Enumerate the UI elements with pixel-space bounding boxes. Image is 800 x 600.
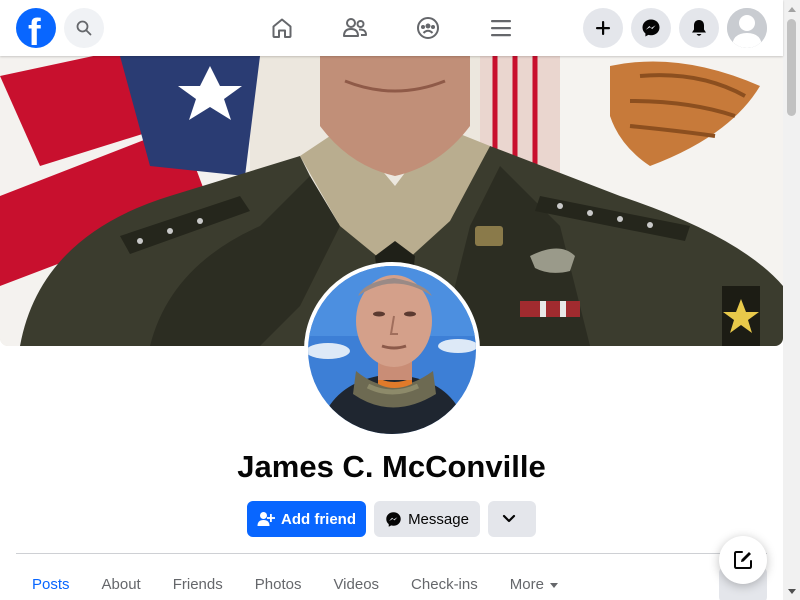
account-avatar-button[interactable] (727, 8, 767, 48)
tab-about[interactable]: About (86, 565, 157, 600)
add-friend-button[interactable]: Add friend (247, 501, 366, 537)
message-label: Message (408, 510, 469, 528)
scroll-down-arrow[interactable] (783, 583, 800, 600)
top-nav-bar: f (0, 0, 783, 56)
compose-icon (734, 551, 752, 569)
compose-message-button[interactable] (719, 536, 767, 584)
facebook-logo-letter: f (28, 12, 41, 48)
messenger-icon (642, 19, 660, 37)
profile-name: James C. McConville (237, 449, 546, 484)
nav-home-button[interactable] (262, 8, 302, 48)
home-icon (272, 18, 292, 38)
scrollbar-thumb[interactable] (787, 19, 796, 116)
nav-groups-button[interactable] (408, 8, 448, 48)
tab-label: Videos (333, 576, 380, 593)
profile-divider (16, 553, 767, 554)
facebook-logo[interactable]: f (16, 8, 56, 48)
message-button[interactable]: Message (374, 501, 480, 537)
menu-icon (491, 20, 511, 37)
tab-label: About (101, 576, 141, 593)
profile-photo (308, 266, 476, 434)
messenger-icon (386, 511, 401, 527)
create-button[interactable] (583, 8, 623, 48)
caret-down-icon (549, 582, 558, 588)
profile-tabs: Posts About Friends Photos Videos Check-… (16, 565, 574, 600)
profile-page: f James C. McConville Add friend Message… (0, 0, 800, 600)
bell-icon (692, 20, 706, 36)
messenger-button[interactable] (631, 8, 671, 48)
friends-icon (343, 18, 367, 37)
add-friend-icon (257, 512, 275, 526)
tab-photos[interactable]: Photos (239, 565, 318, 600)
nav-friends-button[interactable] (335, 8, 375, 48)
tab-posts[interactable]: Posts (16, 565, 86, 600)
search-button[interactable] (64, 8, 104, 48)
search-icon (76, 20, 92, 36)
tab-label: Check-ins (411, 576, 478, 593)
tab-check-ins[interactable]: Check-ins (395, 565, 494, 600)
chevron-down-icon (502, 514, 516, 523)
tab-videos[interactable]: Videos (317, 565, 395, 600)
profile-picture[interactable] (304, 262, 480, 438)
tab-label: More (509, 576, 544, 593)
tab-label: Friends (172, 576, 223, 593)
notifications-button[interactable] (679, 8, 719, 48)
more-options-button[interactable] (488, 501, 536, 537)
tab-label: Photos (254, 576, 302, 593)
avatar (727, 8, 767, 48)
add-friend-label: Add friend (281, 510, 356, 528)
scroll-up-arrow[interactable] (783, 0, 800, 17)
tab-friends[interactable]: Friends (157, 565, 239, 600)
page-scrollbar[interactable] (783, 0, 800, 600)
tab-label: Posts (32, 576, 70, 593)
tab-more[interactable]: More (494, 565, 574, 600)
plus-icon (596, 21, 610, 35)
nav-menu-button[interactable] (481, 8, 521, 48)
groups-icon (417, 17, 439, 39)
